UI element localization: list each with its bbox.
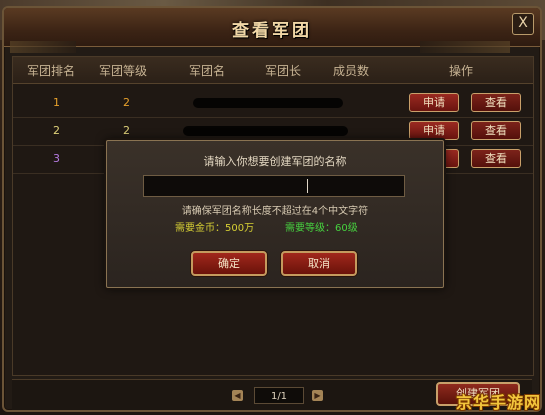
arrow-right-icon[interactable]: ▶	[312, 390, 323, 401]
header-name: 军团名	[189, 64, 226, 78]
page-indicator: 1/1	[254, 387, 304, 404]
close-button[interactable]: X	[512, 13, 534, 35]
redacted-name-scribble	[193, 98, 343, 108]
view-button[interactable]: 查看	[471, 149, 521, 168]
table-header: 军团排名 军团等级 军团名 军团长 成员数 操作	[13, 57, 533, 84]
gold-requirement: 需要金币：500万	[175, 223, 255, 234]
dialog-prompt: 请输入你想要创建军团的名称	[203, 155, 347, 168]
header-members: 成员数	[333, 64, 370, 78]
redacted-name-scribble	[183, 126, 348, 136]
legion-name-input[interactable]	[143, 175, 405, 197]
window-title: 查看军团	[232, 21, 312, 41]
create-legion-dialog: 请输入你想要创建军团的名称 请确保军团名称长度不超过在4个中文字符 需要金币：5…	[106, 140, 444, 288]
cancel-button[interactable]: 取消	[281, 251, 357, 276]
level-requirement: 需要等级：60级	[285, 223, 358, 234]
header-level: 军团等级	[99, 64, 148, 78]
view-button[interactable]: 查看	[471, 121, 521, 140]
title-decoration-left	[10, 41, 76, 53]
arrow-left-icon[interactable]: ◀	[232, 390, 243, 401]
level-cell: 2	[123, 124, 130, 137]
level-cell: 2	[123, 96, 130, 109]
name-length-note: 请确保军团名称长度不超过在4个中文字符	[181, 206, 369, 217]
title-decoration-right	[420, 41, 510, 53]
header-leader: 军团长	[265, 64, 302, 78]
header-actions: 操作	[449, 64, 474, 78]
text-caret	[307, 179, 308, 193]
view-button[interactable]: 查看	[471, 93, 521, 112]
rank-cell: 2	[53, 124, 60, 137]
window-footer: ◀ 1/1 ▶ 创建军团	[12, 379, 532, 410]
header-rank: 军团排名	[27, 64, 76, 78]
rank-cell: 1	[53, 96, 60, 109]
site-watermark: 京华手游网	[455, 393, 541, 412]
apply-button[interactable]: 申请	[409, 93, 459, 112]
apply-button[interactable]: 申请	[409, 121, 459, 140]
table-row: 1 2 申请 查看	[13, 91, 533, 118]
confirm-button[interactable]: 确定	[191, 251, 267, 276]
rank-cell: 3	[53, 152, 60, 165]
